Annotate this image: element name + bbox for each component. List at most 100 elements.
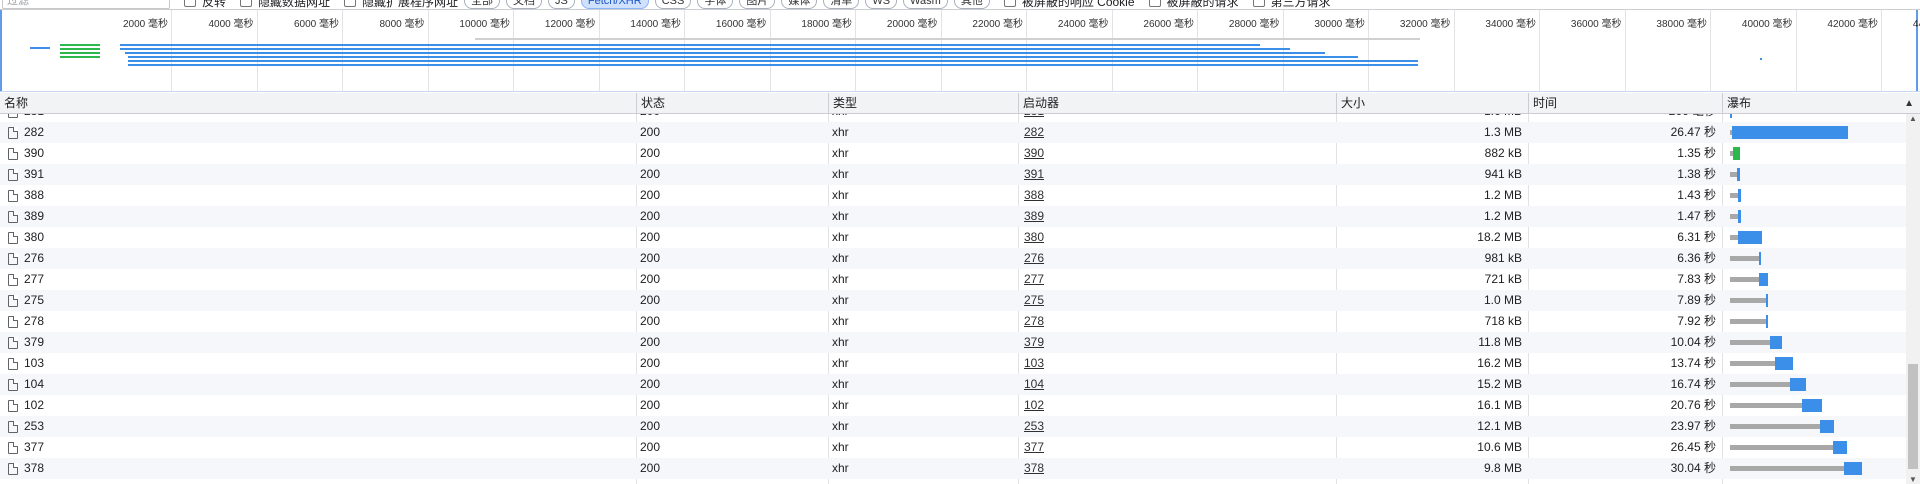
table-row[interactable]: 275 200 xhr 275 1.0 MB 7.89 秒 [0, 290, 1906, 311]
initiator-link[interactable]: 275 [1024, 290, 1334, 311]
scroll-down-icon[interactable]: ▼ [1909, 475, 1917, 484]
initiator-link[interactable]: 391 [1024, 164, 1334, 185]
type-filter-5[interactable]: 字体 [697, 0, 734, 9]
table-row[interactable]: 377 200 xhr 377 10.6 MB 26.45 秒 [0, 437, 1906, 458]
initiator-link[interactable]: 276 [1024, 248, 1334, 269]
type-filter-11[interactable]: 其他 [953, 0, 990, 9]
table-row[interactable]: 390 200 xhr 390 882 kB 1.35 秒 [0, 143, 1906, 164]
waterfall-cell[interactable] [1724, 185, 1906, 206]
table-row[interactable]: 253 200 xhr 253 12.1 MB 23.97 秒 [0, 416, 1906, 437]
initiator-link[interactable]: 278 [1024, 311, 1334, 332]
waterfall-cell[interactable] [1724, 395, 1906, 416]
column-header-name[interactable]: 名称 [0, 93, 636, 114]
initiator-link[interactable]: 378 [1024, 458, 1334, 479]
type-filter-6[interactable]: 图片 [739, 0, 776, 9]
waterfall-cell[interactable] [1724, 332, 1906, 353]
initiator-link[interactable]: 281 [1024, 114, 1334, 122]
request-name[interactable]: 104 [0, 374, 636, 395]
request-name[interactable]: 276 [0, 248, 636, 269]
scrollbar-thumb[interactable] [1908, 364, 1918, 469]
initiator-link[interactable]: 253 [1024, 416, 1334, 437]
table-row[interactable]: 380 200 xhr 380 18.2 MB 6.31 秒 [0, 227, 1906, 248]
initiator-link[interactable]: 389 [1024, 206, 1334, 227]
column-header-time[interactable]: 时间 [1528, 93, 1722, 114]
table-row[interactable]: 282 200 xhr 282 1.3 MB 26.47 秒 [0, 122, 1906, 143]
table-row[interactable]: 103 200 xhr 103 16.2 MB 13.74 秒 [0, 353, 1906, 374]
request-name[interactable]: 391 [0, 164, 636, 185]
initiator-link[interactable]: 282 [1024, 122, 1334, 143]
type-filter-10[interactable]: Wasm [903, 0, 948, 9]
blocked-requests-checkbox[interactable]: 被屏蔽的请求 [1148, 0, 1239, 9]
type-filter-1[interactable]: 文档 [506, 0, 543, 9]
request-name[interactable]: 103 [0, 353, 636, 374]
waterfall-cell[interactable] [1724, 122, 1906, 143]
initiator-link[interactable]: 103 [1024, 353, 1334, 374]
table-row[interactable]: 102 200 xhr 102 16.1 MB 20.76 秒 [0, 395, 1906, 416]
waterfall-cell[interactable] [1724, 353, 1906, 374]
request-name[interactable]: 388 [0, 185, 636, 206]
table-row[interactable]: 388 200 xhr 388 1.2 MB 1.43 秒 [0, 185, 1906, 206]
column-header-size[interactable]: 大小 [1336, 93, 1528, 114]
request-name[interactable]: 253 [0, 416, 636, 437]
waterfall-cell[interactable] [1724, 164, 1906, 185]
table-scrollbar[interactable]: ▲ ▼ [1906, 114, 1920, 484]
initiator-link[interactable]: 388 [1024, 185, 1334, 206]
request-name[interactable]: 379 [0, 332, 636, 353]
type-filter-7[interactable]: 媒体 [781, 0, 818, 9]
table-row[interactable]: 378 200 xhr 378 9.8 MB 30.04 秒 [0, 458, 1906, 479]
table-row[interactable]: 104 200 xhr 104 15.2 MB 16.74 秒 [0, 374, 1906, 395]
request-name[interactable]: 389 [0, 206, 636, 227]
initiator-link[interactable]: 380 [1024, 227, 1334, 248]
third-party-checkbox[interactable]: 第三方请求 [1252, 0, 1331, 9]
table-row[interactable]: 281 200xhr 281 1.6 MB 266 毫秒 [0, 114, 1906, 122]
waterfall-cell[interactable] [1724, 248, 1906, 269]
type-filter-2[interactable]: JS [548, 0, 575, 9]
waterfall-cell[interactable] [1724, 269, 1906, 290]
waterfall-cell[interactable] [1724, 416, 1906, 437]
waterfall-cell[interactable] [1724, 437, 1906, 458]
initiator-link[interactable]: 379 [1024, 332, 1334, 353]
type-filter-8[interactable]: 清单 [823, 0, 860, 9]
waterfall-cell[interactable] [1724, 114, 1906, 122]
request-name[interactable]: 102 [0, 395, 636, 416]
blocked-cookies-checkbox[interactable]: 被屏蔽的响应 Cookie [1003, 0, 1135, 9]
initiator-link[interactable]: 102 [1024, 395, 1334, 416]
table-row[interactable]: 278 200 xhr 278 718 kB 7.92 秒 [0, 311, 1906, 332]
table-row[interactable]: 391 200 xhr 391 941 kB 1.38 秒 [0, 164, 1906, 185]
request-name[interactable]: 390 [0, 143, 636, 164]
request-name[interactable]: 378 [0, 458, 636, 479]
request-name[interactable]: 275 [0, 290, 636, 311]
type-filter-9[interactable]: WS [865, 0, 898, 9]
request-name[interactable]: 282 [0, 122, 636, 143]
column-header-type[interactable]: 类型 [828, 93, 1018, 114]
initiator-link[interactable]: 104 [1024, 374, 1334, 395]
waterfall-cell[interactable] [1724, 374, 1906, 395]
type-filter-3[interactable]: Fetch/XHR [580, 0, 649, 9]
table-row[interactable]: 276 200 xhr 276 981 kB 6.36 秒 [0, 248, 1906, 269]
initiator-link[interactable]: 277 [1024, 269, 1334, 290]
waterfall-cell[interactable] [1724, 458, 1906, 479]
initiator-link[interactable]: 377 [1024, 437, 1334, 458]
table-row[interactable]: 379 200 xhr 379 11.8 MB 10.04 秒 [0, 332, 1906, 353]
table-row[interactable]: 389 200 xhr 389 1.2 MB 1.47 秒 [0, 206, 1906, 227]
invert-checkbox[interactable]: 反转 [184, 0, 226, 9]
filter-input[interactable]: 过滤 [2, 0, 170, 9]
table-row[interactable]: 277 200 xhr 277 721 kB 7.83 秒 [0, 269, 1906, 290]
request-name[interactable]: 281 [0, 114, 636, 122]
request-name[interactable]: 377 [0, 437, 636, 458]
column-header-status[interactable]: 状态 [636, 93, 828, 114]
hide-extension-urls-checkbox[interactable]: 隐藏扩展程序网址 [344, 0, 458, 9]
column-header-waterfall[interactable]: 瀑布 ▲ [1722, 93, 1920, 114]
timeline-overview[interactable]: 2000 毫秒 4000 毫秒 6000 毫秒 8000 毫秒 10000 毫秒 1200… [0, 10, 1920, 92]
waterfall-cell[interactable] [1724, 227, 1906, 248]
waterfall-cell[interactable] [1724, 143, 1906, 164]
waterfall-cell[interactable] [1724, 290, 1906, 311]
request-name[interactable]: 278 [0, 311, 636, 332]
scroll-up-icon[interactable]: ▲ [1909, 114, 1917, 123]
request-name[interactable]: 380 [0, 227, 636, 248]
waterfall-cell[interactable] [1724, 206, 1906, 227]
type-filter-4[interactable]: CSS [654, 0, 692, 9]
type-filter-0[interactable]: 全部 [464, 0, 501, 9]
initiator-link[interactable]: 390 [1024, 143, 1334, 164]
waterfall-cell[interactable] [1724, 311, 1906, 332]
